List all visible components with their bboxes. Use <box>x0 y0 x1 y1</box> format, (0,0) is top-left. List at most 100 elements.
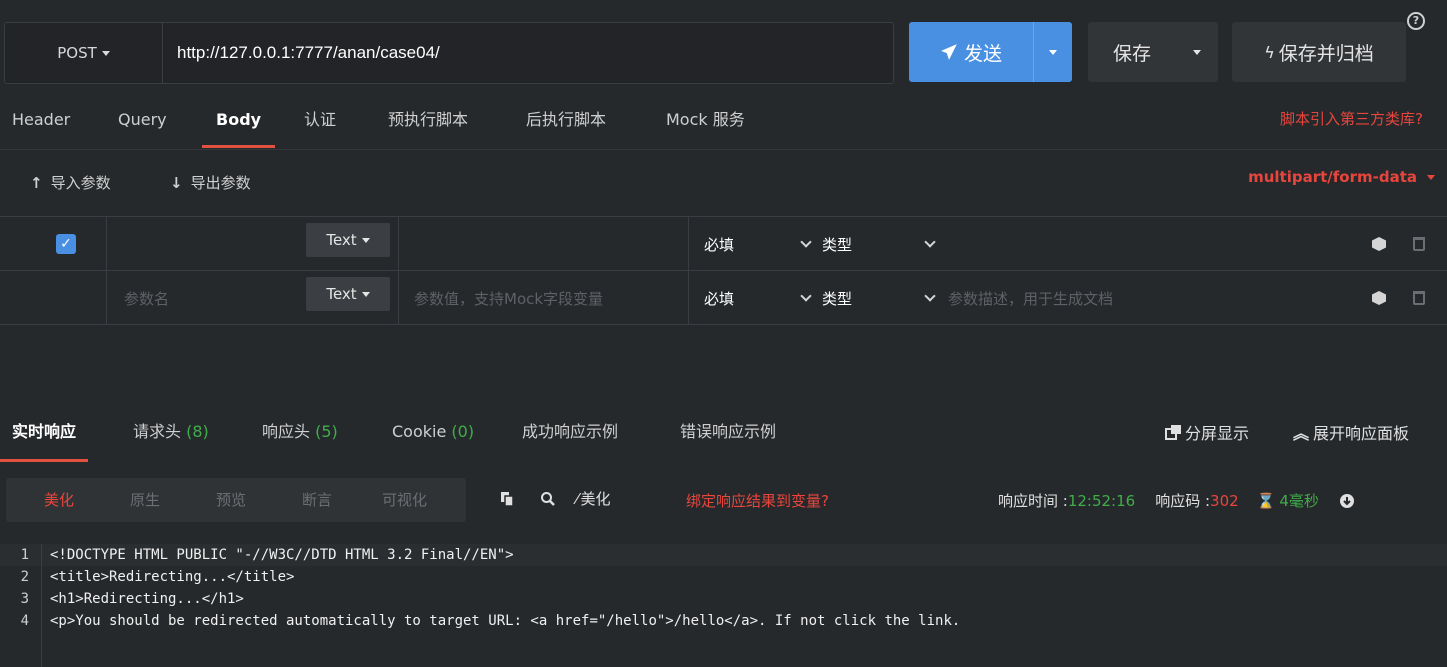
export-params-button[interactable]: ↓ 导出参数 <box>170 172 251 193</box>
trash-icon <box>1413 291 1425 305</box>
param-value-input[interactable]: 参数值，支持Mock字段变量 <box>414 271 603 325</box>
count-badge: (5) <box>315 422 338 441</box>
response-time-label: 响应时间 : <box>998 492 1068 510</box>
param-checkbox[interactable]: ✓ <box>56 217 76 271</box>
tab-error-example[interactable]: 错误响应示例 <box>680 406 776 462</box>
view-mode-raw[interactable]: 原生 <box>130 478 160 522</box>
url-input[interactable]: http://127.0.0.1:7777/anan/case04/ <box>177 23 440 83</box>
param-required-label: 必填 <box>704 289 735 308</box>
response-code-value: 302 <box>1210 491 1239 510</box>
tab-label: 响应头 <box>262 422 311 441</box>
content-type-select[interactable]: multipart/form-data <box>1248 168 1435 186</box>
tab-auth[interactable]: 认证 <box>304 96 336 150</box>
caret-down-icon <box>361 291 370 297</box>
method-select[interactable]: POST <box>5 23 163 83</box>
param-required-label: 必填 <box>704 235 735 254</box>
expand-panel-label: 展开响应面板 <box>1313 424 1410 443</box>
response-duration-value: 4毫秒 <box>1279 492 1319 510</box>
content-type-label: multipart/form-data <box>1248 168 1417 186</box>
view-mode-beautify[interactable]: 美化 <box>44 478 74 522</box>
import-params-button[interactable]: ↑ 导入参数 <box>30 172 111 193</box>
caret-down-icon <box>101 50 110 56</box>
view-mode-bar: 美化 原生 预览 断言 可视化 <box>6 478 466 522</box>
param-name-input[interactable]: 参数名 <box>124 271 169 325</box>
param-desc-input[interactable]: 参数描述，用于生成文档 <box>924 271 1113 325</box>
param-row: 参数名 Text 参数值，支持Mock字段变量 必填 类型 参数描述，用于生成文… <box>0 270 1447 325</box>
help-icon[interactable]: ? <box>1407 12 1425 30</box>
param-delete-button[interactable] <box>1413 217 1425 271</box>
code-line: 2 <title>Redirecting...</title> <box>0 566 1447 588</box>
tab-request-headers[interactable]: 请求头 (8) <box>133 406 209 462</box>
tab-realtime-response[interactable]: 实时响应 <box>0 406 89 462</box>
param-type-select[interactable]: Text <box>306 223 390 257</box>
send-dropdown-button[interactable] <box>1033 22 1072 82</box>
count-badge: (8) <box>186 422 209 441</box>
code-gutter <box>0 632 42 667</box>
split-window-icon <box>1165 425 1181 440</box>
tab-cookie[interactable]: Cookie (0) <box>392 406 474 462</box>
import-label: 导入参数 <box>50 174 111 192</box>
chevron-down-icon <box>800 290 812 302</box>
param-delete-button[interactable] <box>1413 271 1425 325</box>
third-party-library-link[interactable]: 脚本引入第三方类库? <box>1280 108 1423 129</box>
hourglass-icon: ⌛ <box>1256 491 1276 510</box>
split-view-button[interactable]: 分屏显示 <box>1165 420 1249 444</box>
paper-plane-icon <box>941 44 957 60</box>
param-field-type-label: 类型 <box>822 289 853 308</box>
split-view-label: 分屏显示 <box>1185 424 1250 443</box>
cube-icon <box>1372 291 1386 305</box>
check-icon: ✓ <box>56 234 76 254</box>
param-field-type-select[interactable]: 类型 <box>800 271 853 325</box>
send-label: 发送 <box>963 42 1002 65</box>
bolt-icon: ϟ <box>1264 42 1275 62</box>
save-dropdown-button[interactable] <box>1176 22 1218 82</box>
url-bar: POST http://127.0.0.1:7777/anan/case04/ <box>4 22 894 84</box>
copy-icon[interactable] <box>500 491 514 507</box>
tab-label: 请求头 <box>133 422 182 441</box>
arrow-up-icon: ↑ <box>30 173 43 192</box>
tab-pre-script[interactable]: 预执行脚本 <box>388 96 468 150</box>
param-required-select[interactable]: 必填 <box>704 217 734 271</box>
code-line-text: <title>Redirecting...</title> <box>50 569 295 585</box>
code-line: 1 <!DOCTYPE HTML PUBLIC "-//W3C//DTD HTM… <box>0 544 1447 566</box>
param-mock-button[interactable] <box>1372 217 1386 271</box>
tab-mock-service[interactable]: Mock 服务 <box>666 96 745 150</box>
param-mock-button[interactable] <box>1372 271 1386 325</box>
param-value-placeholder: 参数值，支持Mock字段变量 <box>414 289 604 308</box>
code-line-text: <p>You should be redirected automaticall… <box>50 613 961 629</box>
save-button[interactable]: 保存 <box>1088 22 1176 82</box>
expand-panel-button[interactable]: ︽ 展开响应面板 <box>1293 420 1409 444</box>
param-type-select[interactable]: Text <box>306 277 390 311</box>
tab-response-headers[interactable]: 响应头 (5) <box>262 406 338 462</box>
cube-icon <box>1372 237 1386 251</box>
save-and-archive-button[interactable]: ϟ 保存并归档 <box>1232 22 1406 82</box>
tab-post-script[interactable]: 后执行脚本 <box>526 96 606 150</box>
view-mode-assert[interactable]: 断言 <box>302 478 332 522</box>
search-icon[interactable] <box>540 491 556 507</box>
param-desc-input[interactable] <box>924 217 948 271</box>
url-text: http://127.0.0.1:7777/anan/case04/ <box>177 43 440 62</box>
response-meta: 响应时间 : 12:52:16 响应码 : 302 ⌛ 4毫秒 <box>998 490 1355 511</box>
double-chevron-up-icon: ︽ <box>1293 424 1310 443</box>
view-mode-visualize[interactable]: 可视化 <box>382 478 427 522</box>
param-field-type-select[interactable]: 类型 <box>800 217 852 271</box>
request-tabs: Header Query Body 认证 预执行脚本 后执行脚本 Mock 服务 <box>0 96 1447 150</box>
param-name-placeholder: 参数名 <box>124 289 170 308</box>
param-row: ✓ Text 必填 类型 <box>0 216 1447 271</box>
beautify-button[interactable]: 美化 <box>581 488 611 509</box>
send-button[interactable]: 发送 <box>909 22 1033 82</box>
param-required-select[interactable]: 必填 <box>704 271 734 325</box>
view-mode-preview[interactable]: 预览 <box>216 478 246 522</box>
bind-response-to-variable-link[interactable]: 绑定响应结果到变量? <box>686 490 829 511</box>
tab-body[interactable]: Body <box>201 96 276 150</box>
response-code-label: 响应码 : <box>1155 492 1211 510</box>
tab-success-example[interactable]: 成功响应示例 <box>522 406 618 462</box>
save-button-group: 保存 <box>1088 22 1218 82</box>
download-circle-icon[interactable] <box>1339 493 1355 509</box>
line-number: 3 <box>0 588 42 610</box>
response-code-view[interactable]: 1 <!DOCTYPE HTML PUBLIC "-//W3C//DTD HTM… <box>0 544 1447 632</box>
tab-query[interactable]: Query <box>118 96 167 150</box>
tab-header[interactable]: Header <box>12 96 70 150</box>
code-line-text: <h1>Redirecting...</h1> <box>50 591 244 607</box>
count-badge: (0) <box>451 422 475 441</box>
